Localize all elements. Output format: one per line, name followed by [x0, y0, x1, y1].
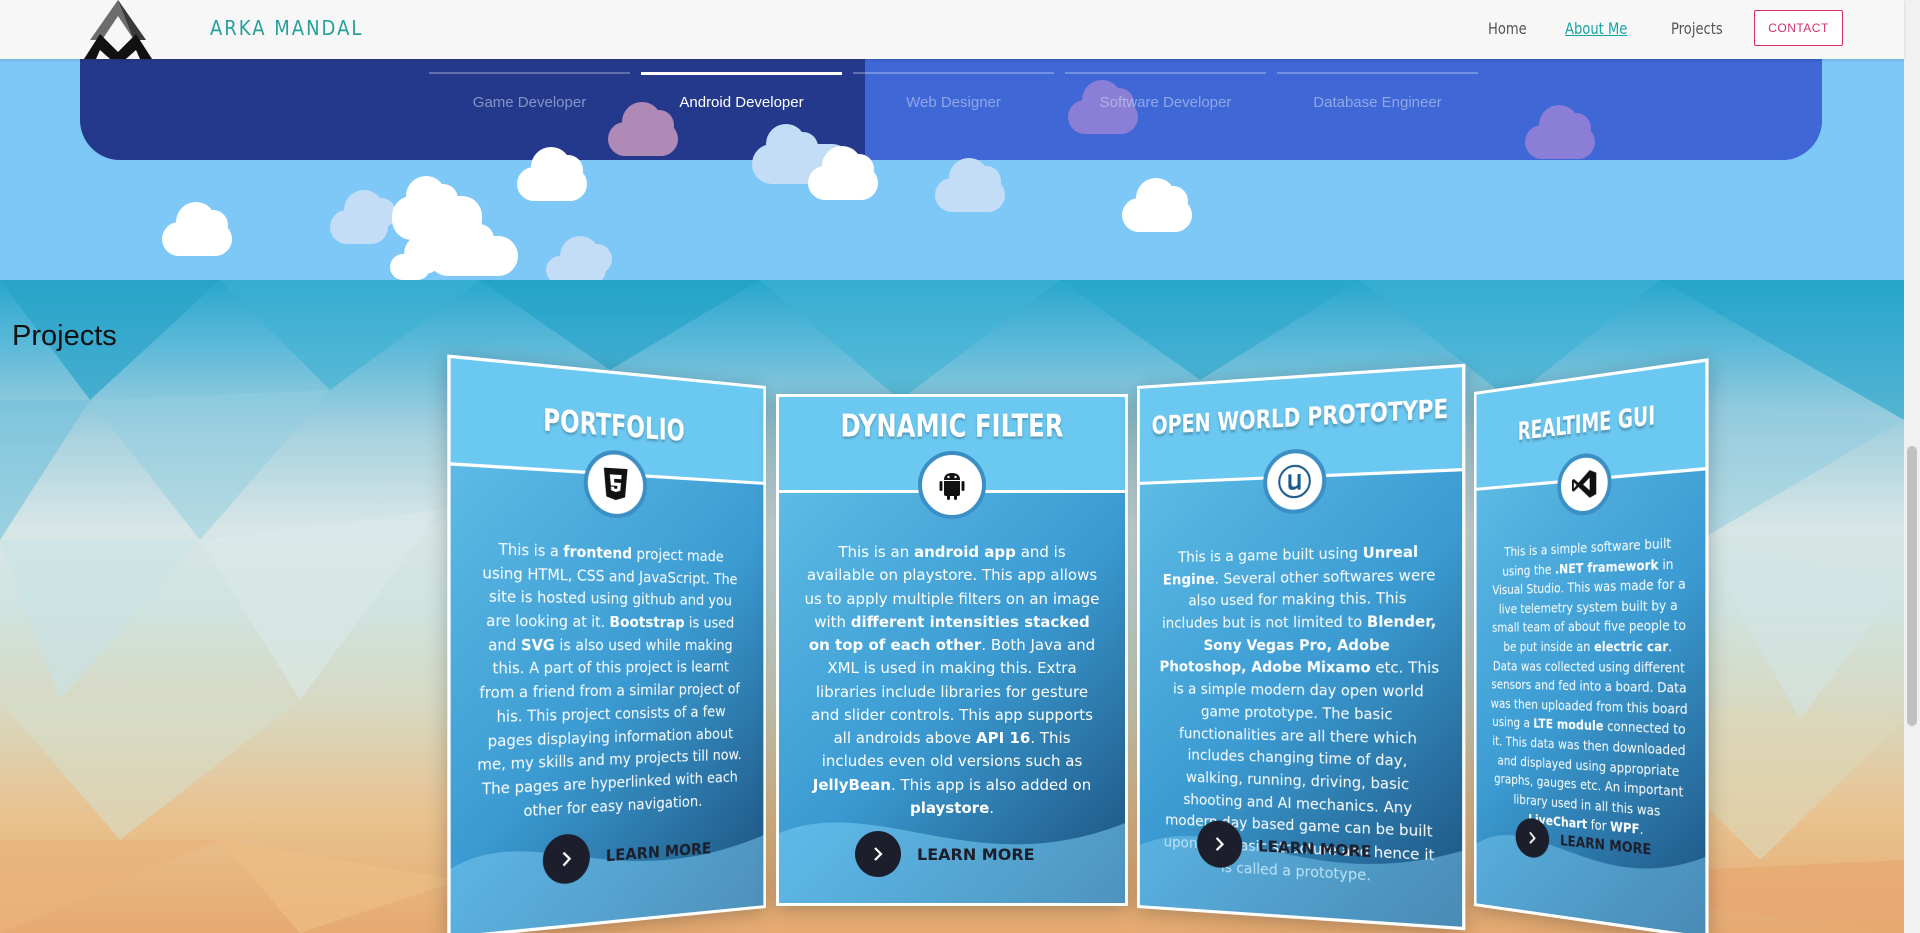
- nav-home[interactable]: Home: [1488, 19, 1527, 38]
- nav-links: Home About Me Projects: [1488, 19, 1734, 38]
- cloud-decoration: [517, 147, 587, 201]
- tab-game-developer[interactable]: Game Developer: [429, 72, 630, 111]
- contact-button[interactable]: CONTACT: [1754, 10, 1843, 46]
- chevron-right-icon: [1515, 816, 1550, 860]
- tab-software-developer[interactable]: Software Developer: [1065, 72, 1266, 111]
- brand-name[interactable]: ARKA MANDAL: [210, 16, 363, 40]
- learn-more-button[interactable]: LEARN MORE: [1197, 819, 1372, 877]
- cloud-decoration: [330, 190, 396, 244]
- nav-projects[interactable]: Projects: [1671, 19, 1723, 38]
- tab-web-designer[interactable]: Web Designer: [853, 72, 1054, 111]
- page-scrollbar[interactable]: [1904, 0, 1920, 933]
- chevron-right-icon: [1197, 819, 1243, 869]
- cloud-decoration: [808, 146, 878, 200]
- nav-about-me[interactable]: About Me: [1565, 19, 1627, 38]
- cloud-decoration: [608, 102, 678, 156]
- skill-tabs: Game Developer Android Developer Web Des…: [429, 72, 1478, 111]
- tab-database-engineer[interactable]: Database Engineer: [1277, 72, 1478, 111]
- unreal-engine-icon: [1263, 447, 1327, 515]
- cloud-decoration: [1525, 105, 1595, 159]
- learn-more-button[interactable]: LEARN MORE: [855, 831, 1035, 877]
- top-navbar: ARKA MANDAL Home About Me Projects CONTA…: [0, 0, 1904, 59]
- cloud-decoration: [546, 236, 612, 280]
- android-icon: [918, 451, 986, 519]
- projects-heading: Projects: [12, 320, 117, 352]
- logo-icon[interactable]: [80, 0, 156, 59]
- tab-android-developer[interactable]: Android Developer: [641, 72, 842, 111]
- chevron-right-icon: [855, 831, 901, 877]
- card-title: DYNAMIC FILTER: [840, 408, 1064, 445]
- project-card-portfolio: PORTFOLIO This is a frontend project mad…: [447, 354, 766, 933]
- cloud-decoration: [1122, 178, 1192, 232]
- chevron-right-icon: [542, 832, 590, 886]
- cloud-decoration: [162, 202, 232, 256]
- cloud-decoration: [935, 158, 1005, 212]
- scrollbar-thumb[interactable]: [1907, 446, 1917, 726]
- project-card-open-world-prototype: OPEN WORLD PROTOTYPE This is a game buil…: [1137, 363, 1466, 931]
- cloud-decoration: [390, 234, 456, 280]
- project-card-realtime-gui: REALTIME GUI This is a simple software b…: [1474, 358, 1709, 933]
- project-card-dynamic-filter: DYNAMIC FILTER This is an android app an…: [776, 394, 1128, 906]
